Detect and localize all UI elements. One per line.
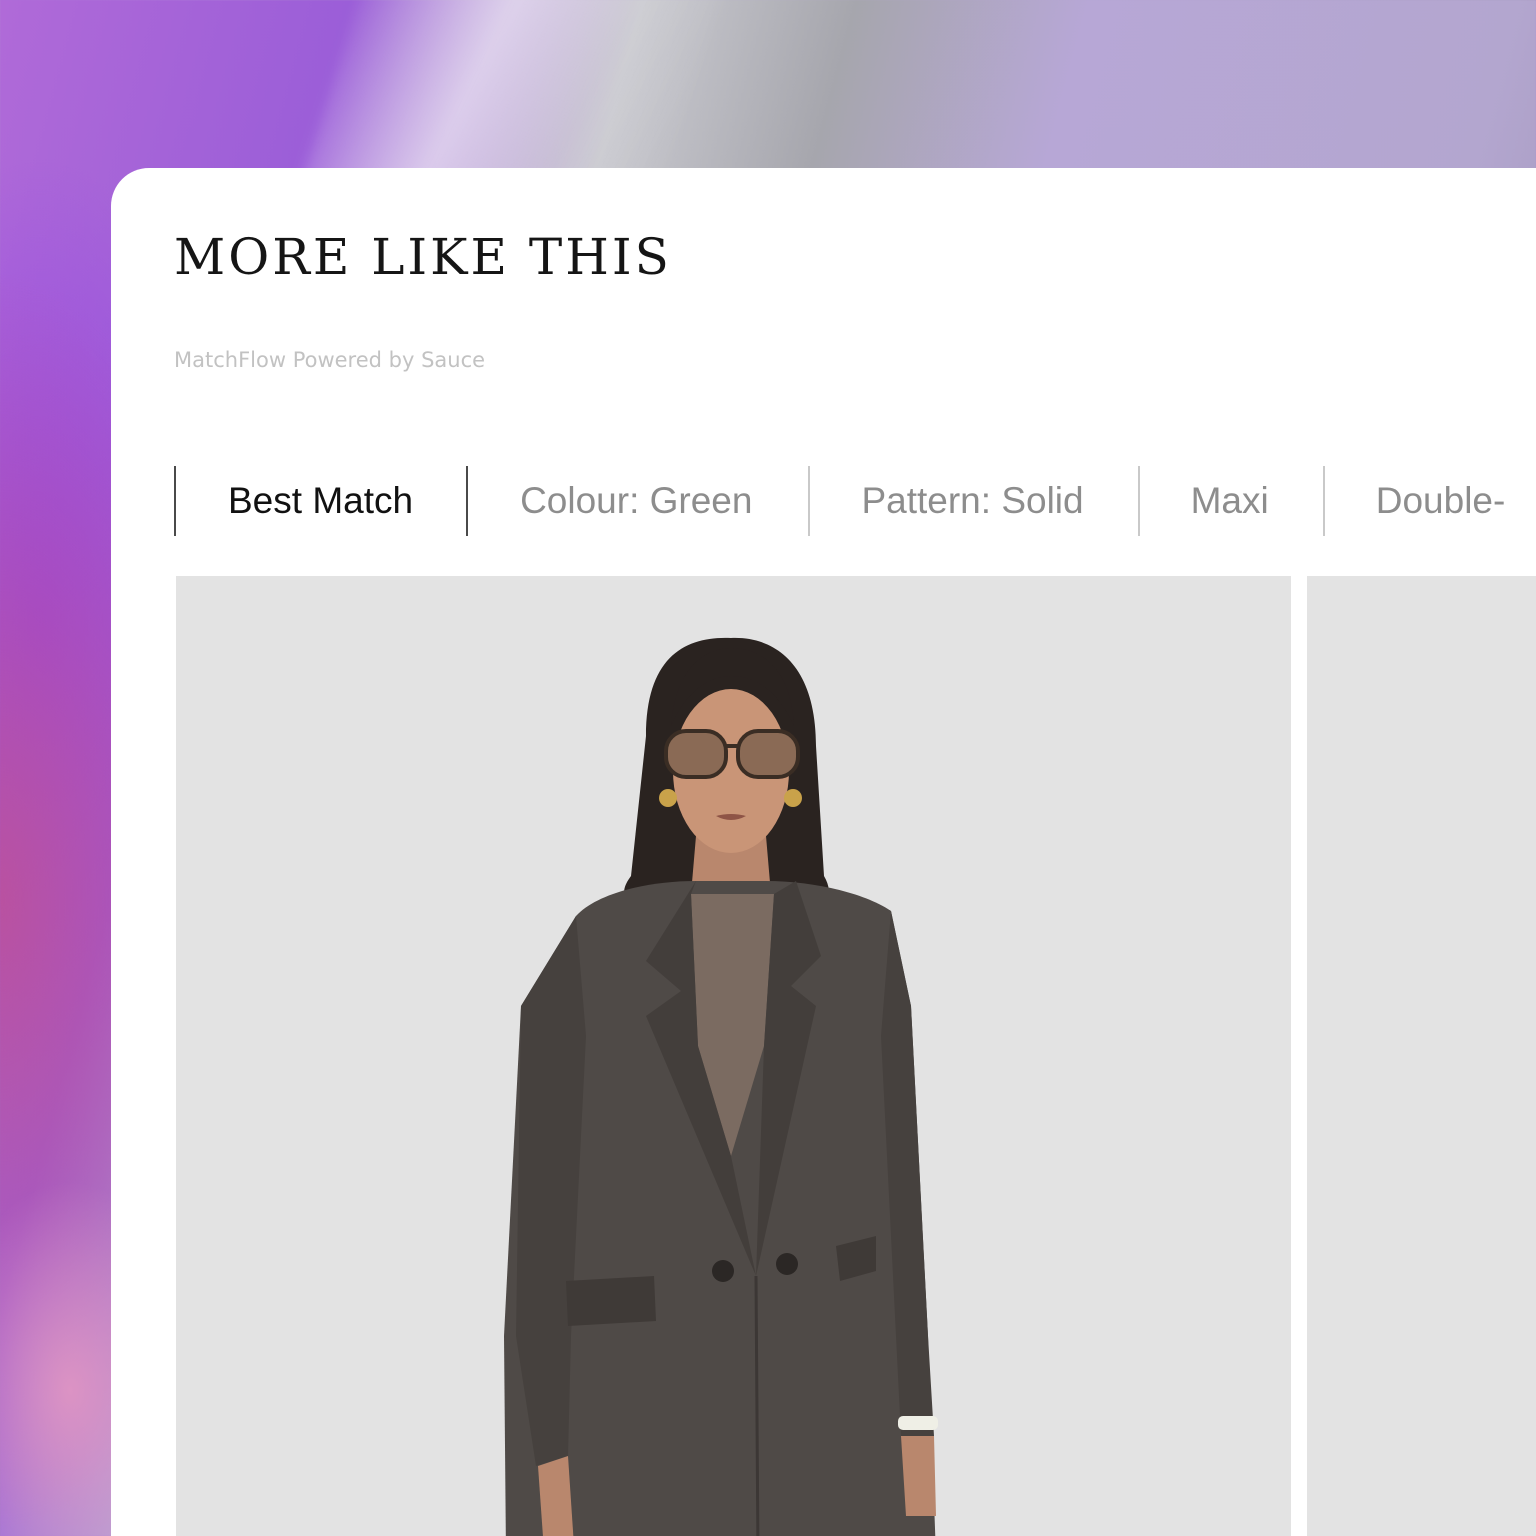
powered-by-label: MatchFlow Powered by Sauce — [174, 348, 486, 372]
filter-bar: Best Match Colour: Green Pattern: Solid … — [174, 466, 1505, 536]
product-image — [504, 637, 938, 1536]
filter-pattern-solid[interactable]: Pattern: Solid — [810, 466, 1137, 536]
filter-double-breasted[interactable]: Double- — [1325, 466, 1506, 536]
section-title: MORE LIKE THIS — [174, 228, 672, 286]
filter-maxi[interactable]: Maxi — [1140, 466, 1323, 536]
recommendations-panel: MORE LIKE THIS MatchFlow Powered by Sauc… — [111, 168, 1536, 1536]
filter-best-match[interactable]: Best Match — [176, 466, 466, 536]
carousel-control[interactable] — [111, 1308, 161, 1418]
product-card[interactable] — [1307, 576, 1536, 1536]
filter-colour-green[interactable]: Colour: Green — [468, 466, 808, 536]
product-card[interactable] — [176, 576, 1291, 1536]
